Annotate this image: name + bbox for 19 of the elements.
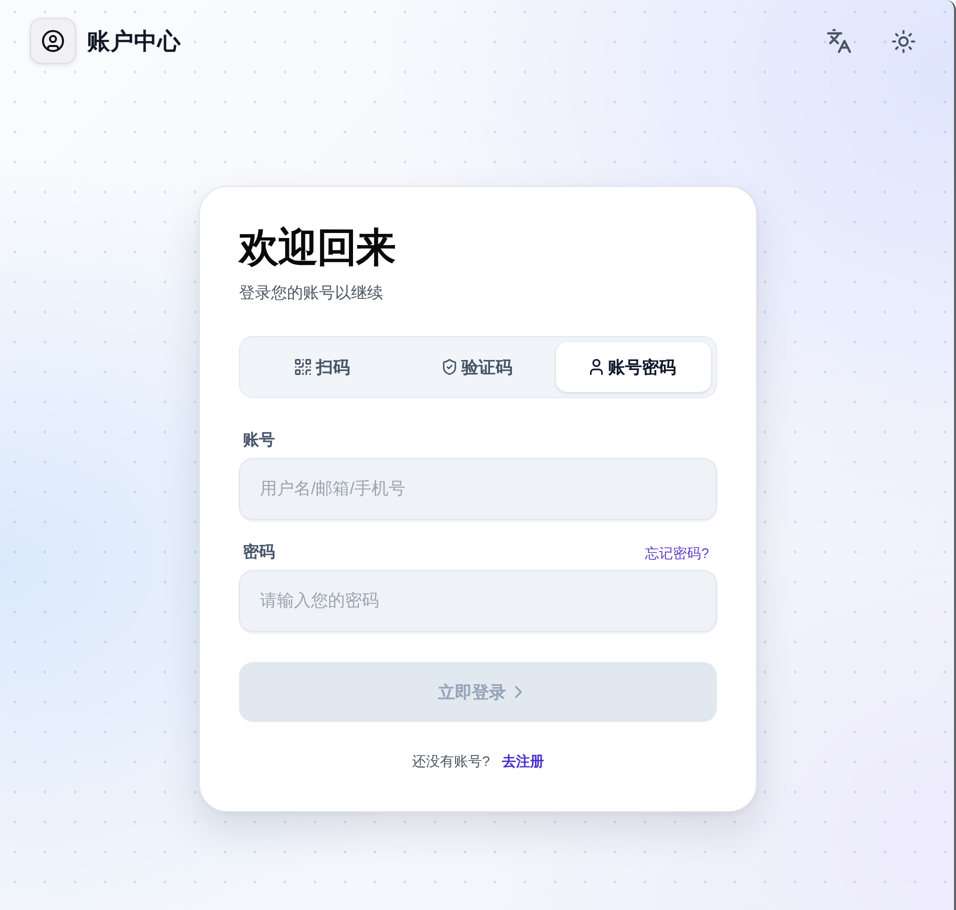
forgot-password-link[interactable]: 忘记密码? bbox=[645, 543, 709, 563]
login-method-tab[interactable]: 验证码 bbox=[400, 342, 556, 392]
qr-code-icon bbox=[295, 359, 312, 375]
chevron-right-icon bbox=[515, 686, 522, 698]
text-input[interactable]: 用户名/邮箱/手机号 bbox=[239, 458, 717, 520]
subtitle-text: 登录您的账号以继续 bbox=[239, 284, 384, 304]
field-label: 账号 bbox=[243, 430, 275, 451]
login-method-tab[interactable]: 账号密码 bbox=[556, 342, 711, 392]
translate-icon[interactable] bbox=[827, 29, 851, 53]
text-input[interactable]: 请输入您的密码 bbox=[239, 570, 717, 632]
signup-prompt: 还没有账号? bbox=[412, 752, 490, 771]
user-icon bbox=[590, 359, 604, 375]
shield-check-icon bbox=[443, 359, 457, 375]
field-label: 密码 bbox=[243, 542, 275, 563]
login-method-tab[interactable]: 扫码 bbox=[245, 342, 400, 392]
welcome-title: 欢迎回来 bbox=[239, 225, 396, 272]
sun-icon[interactable] bbox=[892, 30, 915, 52]
app-title: 账户中心 bbox=[87, 27, 181, 56]
signup-link[interactable]: 去注册 bbox=[502, 751, 544, 771]
